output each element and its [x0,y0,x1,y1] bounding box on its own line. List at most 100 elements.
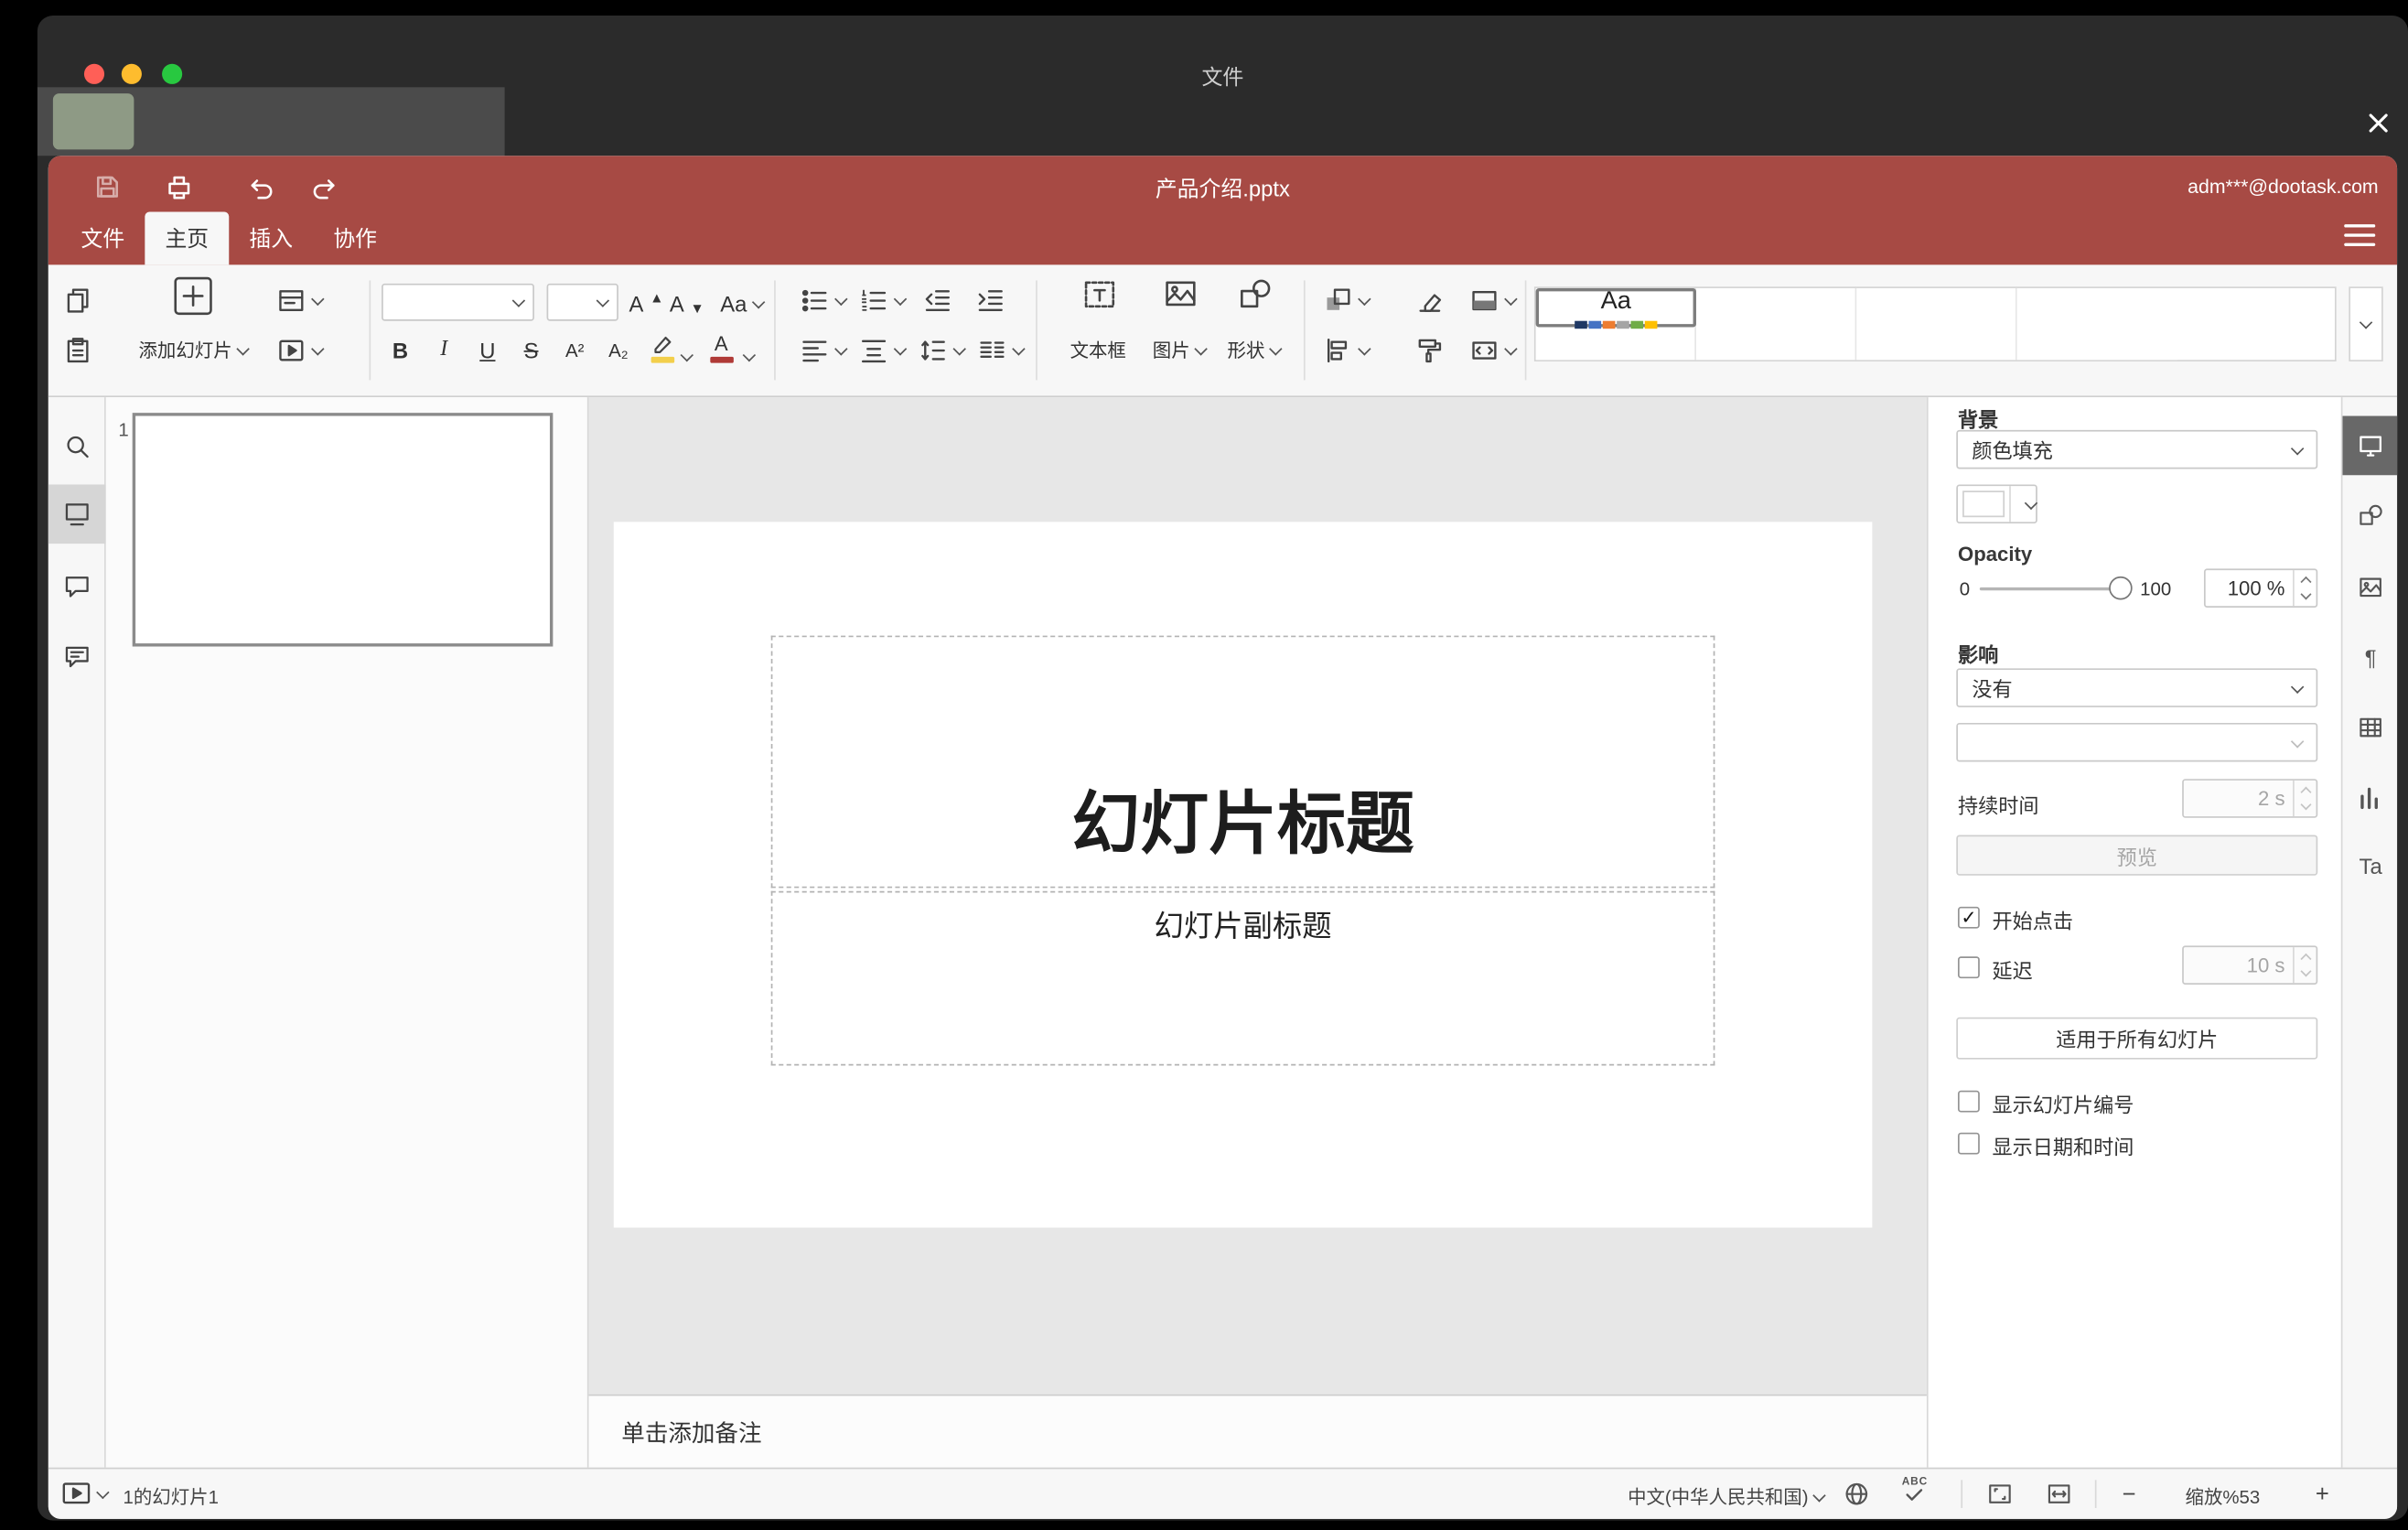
font-color-menu[interactable] [740,337,758,377]
insert-shape-button[interactable] [1235,275,1275,315]
zoom-out-button[interactable]: − [2113,1475,2145,1513]
theme-option[interactable] [1856,287,2017,361]
slide-settings-button[interactable] [2342,415,2398,476]
language-selector[interactable]: 中文(中华人民共和国) [1534,1483,1826,1510]
bold-button[interactable]: B [382,330,419,371]
document-language-button[interactable] [1843,1480,1871,1508]
font-size-combo[interactable] [546,283,618,321]
textart-settings-button[interactable]: Ta [2343,836,2398,896]
fill-color-picker[interactable] [1956,484,2038,524]
change-case-button[interactable]: Aa [712,284,771,324]
underline-button[interactable]: U [468,330,506,371]
theme-option-selected[interactable]: Aa [1535,287,1696,329]
opacity-slider-track[interactable] [1979,587,2121,591]
bullet-list-icon [801,289,827,312]
slides-panel-button[interactable] [48,484,106,544]
font-color-button[interactable]: A [703,328,740,368]
horizontal-align-button[interactable] [799,330,848,371]
insert-textbox-button[interactable] [1080,275,1120,315]
spinner[interactable] [2293,780,2317,817]
spinner[interactable] [2293,570,2317,607]
font-name-combo[interactable] [382,283,534,321]
image-icon [1166,281,1196,307]
zoom-in-button[interactable]: + [2306,1475,2338,1513]
slide-thumbnail[interactable] [132,413,554,647]
apply-to-all-button[interactable]: 适用于所有幻灯片 [1956,1017,2318,1060]
search-button[interactable] [48,416,106,476]
decrease-font-button[interactable]: A ▼ [668,284,705,324]
spinner[interactable] [2293,947,2317,984]
tab-insert[interactable]: 插入 [229,212,313,265]
insert-image-button[interactable] [1160,275,1200,315]
delay-input[interactable]: 10 s [2182,945,2318,985]
duration-input[interactable]: 2 s [2182,779,2318,818]
preview-button[interactable]: 预览 [1956,835,2318,876]
start-on-click-checkbox[interactable]: ✓ [1957,906,1980,929]
show-date-time-checkbox[interactable] [1957,1132,1980,1155]
spellcheck-button[interactable]: ABC [1902,1477,1928,1502]
fit-width-button[interactable] [2045,1480,2073,1508]
tab-file[interactable]: 文件 [60,212,145,265]
copy-style-button[interactable] [1410,330,1450,371]
theme-gallery-more-button[interactable] [2349,286,2383,361]
columns-button[interactable] [976,330,1026,371]
shape-settings-button[interactable] [2343,486,2398,545]
numbered-list-button[interactable] [858,280,908,320]
highlight-color-button[interactable] [643,328,681,368]
tab-home[interactable]: 主页 [145,211,230,265]
chevron-down-icon [2359,316,2373,329]
arrange-button[interactable] [1322,280,1371,320]
minus-icon: − [2122,1481,2136,1508]
increase-font-button[interactable]: A ▲ [628,284,665,324]
paste-button[interactable] [58,330,98,371]
paragraph-settings-button[interactable]: ¶ [2343,628,2398,687]
align-objects-button[interactable] [1322,330,1371,371]
separator [774,280,776,381]
opacity-input[interactable]: 100 % [2203,568,2318,608]
modal-close-button[interactable] [2361,106,2395,140]
notes-area[interactable]: 单击添加备注 [588,1394,1927,1468]
table-settings-button[interactable] [2343,698,2398,758]
highlight-color-menu[interactable] [678,337,696,377]
shape-fill-button[interactable] [1468,280,1518,320]
strikethrough-button[interactable]: S [512,330,550,371]
slide-size-button[interactable] [1468,330,1518,371]
italic-button[interactable]: I [425,330,463,371]
chat-button[interactable] [48,626,106,685]
background-fill-select[interactable]: 颜色填充 [1956,429,2318,469]
line-spacing-button[interactable] [918,330,966,371]
slide[interactable]: 幻灯片标题 幻灯片副标题 [613,522,1873,1228]
effect-select[interactable]: 没有 [1956,668,2318,707]
vertical-align-button[interactable] [858,330,908,371]
image-settings-button[interactable] [2343,557,2398,617]
insert-shape-menu[interactable]: 形状 [1199,337,1308,363]
fit-slide-button[interactable] [1986,1480,2015,1508]
slide-layout-button[interactable] [275,280,325,320]
preview-slideshow-button[interactable] [275,330,325,371]
clear-style-button[interactable] [1410,280,1450,320]
show-slide-number-checkbox[interactable] [1957,1090,1980,1113]
subtitle-placeholder[interactable]: 幻灯片副标题 [770,890,1715,1066]
add-slide-button[interactable] [171,275,215,318]
copy-button[interactable] [58,280,98,320]
font-size-input[interactable] [557,290,592,315]
comments-button[interactable] [48,556,106,616]
start-slideshow-button[interactable] [60,1480,110,1506]
theme-option[interactable] [2016,287,2178,361]
menu-button[interactable] [2344,224,2376,246]
chart-settings-button[interactable] [2343,768,2398,827]
effect-type-select[interactable] [1956,722,2318,762]
add-slide-menu[interactable]: 添加幻灯片 [107,337,278,363]
opacity-slider-knob[interactable] [2109,576,2133,600]
tab-collaboration[interactable]: 协作 [313,212,397,265]
increase-indent-button[interactable] [971,280,1011,320]
theme-option[interactable] [1695,287,1857,361]
bullet-list-button[interactable] [799,280,848,320]
subscript-button[interactable]: A₂ [599,330,637,371]
comment-icon [65,576,89,597]
delay-checkbox[interactable] [1957,956,1980,979]
font-name-input[interactable] [392,290,509,315]
superscript-button[interactable]: A² [556,330,594,371]
title-placeholder[interactable]: 幻灯片标题 [770,635,1715,889]
decrease-indent-button[interactable] [918,280,958,320]
